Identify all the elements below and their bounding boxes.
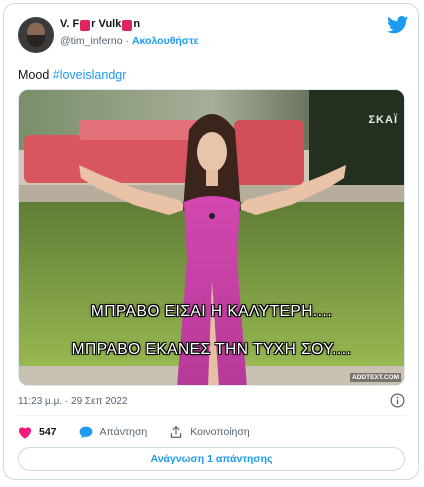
share-label: Κοινοποίηση <box>190 426 250 438</box>
caption-line: ΜΠΡΑΒΟ ΕΙΣΑΙ Η ΚΑΛΥΤΕΡΗ.... <box>90 303 333 320</box>
tweet-text: Mood #loveislandgr <box>18 68 126 82</box>
tweet-body: Mood <box>18 68 53 82</box>
read-replies-button[interactable]: Ανάγνωση 1 απάντησης <box>18 447 405 471</box>
avatar[interactable] <box>18 17 54 53</box>
tweet-card: V. F r Vulk n @tim_inferno · Ακολουθήστε M… <box>3 3 419 480</box>
separator: · <box>125 35 130 47</box>
like-count: 547 <box>39 426 57 438</box>
caption-line: ΜΠΡΑΒΟ ΕΚΑΝΕΣ ΤΗΝ ΤΥΧΗ ΣΟΥ.... <box>71 341 352 358</box>
author-handle-row: @tim_inferno · Ακολουθήστε <box>60 35 199 47</box>
red-block-icon <box>80 19 91 31</box>
author-handle[interactable]: @tim_inferno <box>60 35 123 47</box>
author-name-part: V. F <box>60 18 80 30</box>
reply-label: Απάντηση <box>99 426 148 438</box>
reply-button[interactable]: Απάντηση <box>79 426 148 439</box>
tweet-timestamp[interactable]: 11:23 μ.μ. · 29 Σεπ 2022 <box>18 396 128 407</box>
heart-icon <box>18 426 32 439</box>
twitter-bird-icon[interactable] <box>387 16 409 34</box>
source-tag: ADDTEXT.COM <box>350 373 401 382</box>
action-bar: 547 Απάντηση Κοινοποίηση <box>18 424 272 440</box>
author-name[interactable]: V. F r Vulk n <box>60 18 141 31</box>
channel-watermark: ΣΚΑΪ <box>368 114 398 126</box>
author-name-part: n <box>133 18 141 30</box>
share-button[interactable]: Κοινοποίηση <box>169 425 250 439</box>
divider <box>18 415 405 416</box>
follow-button[interactable]: Ακολουθήστε <box>132 35 199 47</box>
like-button[interactable]: 547 <box>18 426 57 439</box>
info-icon[interactable] <box>390 393 405 408</box>
media-image[interactable]: ΣΚΑΪ ΜΠΡΑΒΟ ΕΙΣΑΙ Η ΚΑΛΥΤΕΡΗ.... ΜΠΡΑΒΟ … <box>18 89 405 386</box>
red-block-icon <box>122 19 133 31</box>
share-upload-icon <box>171 425 182 438</box>
speech-bubble-icon <box>79 426 92 438</box>
author-name-part: r Vulk <box>91 18 122 30</box>
hashtag-link[interactable]: #loveislandgr <box>53 68 127 82</box>
